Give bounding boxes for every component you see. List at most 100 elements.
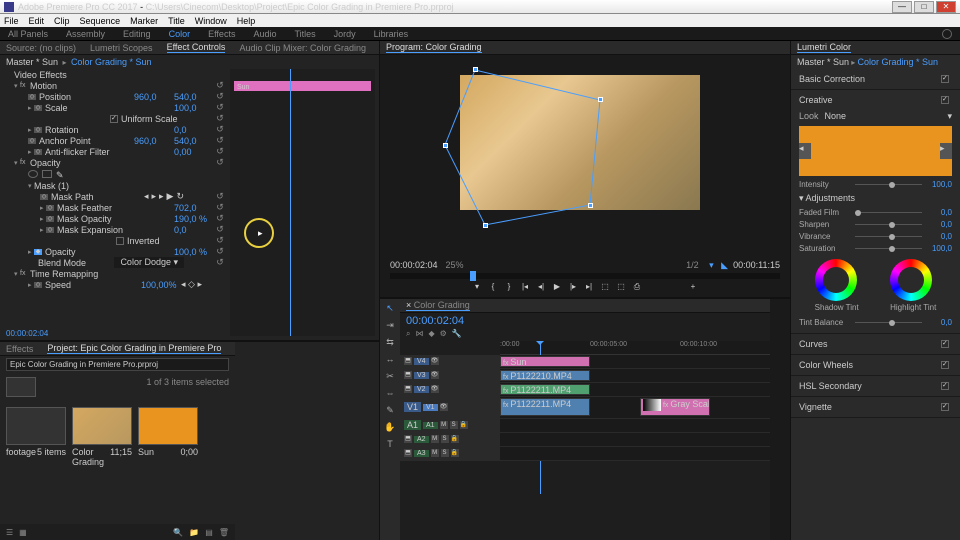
ec-position[interactable]: ◇Position960,0540,0↺ — [0, 91, 226, 102]
ec-speed[interactable]: ▸◇Speed100,00%◂ ◇ ▸ — [0, 279, 226, 290]
slip-tool[interactable]: ⇔ — [384, 388, 396, 400]
ec-blend[interactable]: Blend ModeColor Dodge ▾↺ — [0, 257, 226, 268]
settings-icon[interactable]: ⚙ — [440, 329, 447, 339]
menu-marker[interactable]: Marker — [130, 16, 158, 26]
ec-mask[interactable]: ▾Mask (1) — [0, 180, 226, 191]
prev-look-icon[interactable]: ◂ — [799, 143, 811, 159]
pen-tool[interactable]: ✎ — [384, 405, 396, 417]
tab-sequence[interactable]: × Color Grading — [406, 300, 470, 311]
tab-source[interactable]: Source: (no clips) — [6, 43, 76, 53]
close-button[interactable]: ✕ — [936, 1, 956, 13]
clip-sun[interactable]: fx Sun — [500, 356, 590, 367]
ws-color[interactable]: Color — [169, 29, 191, 39]
ws-jordy[interactable]: Jordy — [334, 29, 356, 39]
export-frame-icon[interactable]: ⎙ — [632, 282, 642, 292]
menu-sequence[interactable]: Sequence — [80, 16, 121, 26]
selection-tool[interactable]: ↖ — [384, 303, 396, 315]
bin-colorgrading[interactable]: Color Grading11;15 — [72, 407, 132, 518]
mask-handle[interactable] — [598, 97, 603, 102]
new-item-icon[interactable]: ▤ — [205, 528, 213, 537]
ec-timecode[interactable]: 00:00:02:04 — [6, 329, 48, 338]
mask-handle[interactable] — [443, 143, 448, 148]
snap-icon[interactable]: ⌕ — [406, 329, 410, 339]
lift-icon[interactable]: ⬚ — [600, 282, 610, 292]
lumetri-hsl[interactable]: HSL Secondary — [791, 376, 960, 397]
tab-scopes[interactable]: Lumetri Scopes — [90, 43, 153, 53]
mark-out-icon[interactable]: } — [504, 282, 514, 292]
vibrance-slider[interactable]: Vibrance0,0 — [799, 232, 952, 241]
lumetri-vignette[interactable]: Vignette — [791, 397, 960, 418]
program-zoom[interactable]: 25% — [446, 260, 464, 270]
mask-path-overlay[interactable] — [425, 60, 645, 240]
tab-project[interactable]: Project: Epic Color Grading in Premiere … — [47, 343, 221, 354]
ws-titles[interactable]: Titles — [294, 29, 315, 39]
step-back-icon[interactable]: ◂| — [536, 282, 546, 292]
program-monitor[interactable]: 00:00:02:04 25% 1/2 ▾ ◣ 00:00:11:15 ▾ { … — [380, 55, 790, 297]
add-marker-icon[interactable]: ▾ — [472, 282, 482, 292]
ws-allpanels[interactable]: All Panels — [8, 29, 48, 39]
clip-gray[interactable]: fx Gray Scale.jpg — [640, 398, 710, 416]
ec-motion[interactable]: ▾fxMotion↺ — [0, 80, 226, 91]
clip-p2[interactable]: fx P1122211.MP4 — [500, 384, 590, 395]
tab-lumetri[interactable]: Lumetri Color — [797, 42, 851, 53]
menu-title[interactable]: Title — [168, 16, 185, 26]
track-v1[interactable]: V1V1👁fx P1122211.MP4 fx Gray Scale.jpg — [400, 397, 770, 419]
tab-program[interactable]: Program: Color Grading — [386, 42, 482, 53]
highlight-tint-wheel[interactable] — [890, 259, 932, 301]
track-a1[interactable]: A1A1MS🔒 — [400, 419, 770, 433]
menu-window[interactable]: Window — [195, 16, 227, 26]
clip-p3[interactable]: fx P1122211.MP4 — [500, 398, 590, 416]
project-search-input[interactable] — [6, 358, 229, 371]
next-look-icon[interactable]: ▸ — [940, 143, 952, 159]
rate-tool[interactable]: ↔ — [384, 354, 396, 366]
ws-audio[interactable]: Audio — [253, 29, 276, 39]
new-bin-icon[interactable]: 📁 — [189, 528, 199, 537]
mask-rect-icon[interactable] — [42, 170, 52, 178]
icon-view-icon[interactable]: ▦ — [19, 528, 27, 537]
menu-file[interactable]: File — [4, 16, 19, 26]
ec-mask-expansion[interactable]: ▸◇Mask Expansion0,0↺ — [0, 224, 226, 235]
ws-editing[interactable]: Editing — [123, 29, 151, 39]
menu-clip[interactable]: Clip — [54, 16, 70, 26]
tint-slider[interactable]: Tint Balance0,0 — [799, 318, 952, 327]
ec-scale[interactable]: ▸◇Scale100,0↺ — [0, 102, 226, 113]
ec-anchor[interactable]: ◇Anchor Point960,0540,0↺ — [0, 135, 226, 146]
ripple-tool[interactable]: ⇆ — [384, 337, 396, 349]
sharpen-slider[interactable]: Sharpen0,0 — [799, 220, 952, 229]
clip-p1[interactable]: fx P1122210.MP4 — [500, 370, 590, 381]
settings-icon[interactable]: + — [688, 282, 698, 292]
trash-icon[interactable]: 🗑 — [219, 528, 229, 537]
bin-sun[interactable]: Sun0;00 — [138, 407, 198, 518]
menu-edit[interactable]: Edit — [29, 16, 45, 26]
minimize-button[interactable]: — — [892, 1, 912, 13]
lumetri-basic[interactable]: Basic Correction — [791, 69, 960, 90]
track-select-tool[interactable]: ⇥ — [384, 320, 396, 332]
ec-uniform[interactable]: Uniform Scale↺ — [0, 113, 226, 124]
ec-flicker[interactable]: ▸◇Anti-flicker Filter0,00↺ — [0, 146, 226, 157]
goto-in-icon[interactable]: |◂ — [520, 282, 530, 292]
marker-icon[interactable]: ◆ — [428, 329, 434, 339]
play-icon[interactable]: ▶ — [552, 282, 562, 292]
step-fwd-icon[interactable]: |▸ — [568, 282, 578, 292]
timeline-ruler[interactable]: :00:00 00:00:05:00 00:00:10:00 — [500, 341, 770, 355]
goto-out-icon[interactable]: ▸| — [584, 282, 594, 292]
razor-tool[interactable]: ✂ — [384, 371, 396, 383]
intensity-slider[interactable]: Intensity100,0 — [799, 180, 952, 189]
tab-effects[interactable]: Effects — [6, 344, 33, 354]
type-tool[interactable]: T — [384, 439, 396, 451]
mask-handle[interactable] — [588, 203, 593, 208]
link-icon[interactable]: ⋈ — [415, 329, 423, 339]
ec-mask-opacity[interactable]: ▸◇Mask Opacity190,0 %↺ — [0, 213, 226, 224]
ec-opacity-val[interactable]: ▸◆Opacity100,0 %↺ — [0, 246, 226, 257]
list-view-icon[interactable]: ☰ — [6, 528, 13, 537]
mask-handle[interactable] — [483, 223, 488, 228]
search-icon[interactable] — [942, 29, 952, 39]
lumetri-creative[interactable]: Creative LookNone▾ ◂ ▸ Intensity100,0 ▾ … — [791, 90, 960, 334]
faded-slider[interactable]: Faded Film0,0 — [799, 208, 952, 217]
ws-libraries[interactable]: Libraries — [374, 29, 409, 39]
hand-tool[interactable]: ✋ — [384, 422, 396, 434]
program-tc-left[interactable]: 00:00:02:04 — [390, 260, 438, 270]
track-v3[interactable]: ⬒V3👁fx P1122210.MP4 — [400, 369, 770, 383]
ec-playhead[interactable] — [290, 69, 291, 336]
search-icon[interactable]: 🔍 — [173, 528, 183, 537]
